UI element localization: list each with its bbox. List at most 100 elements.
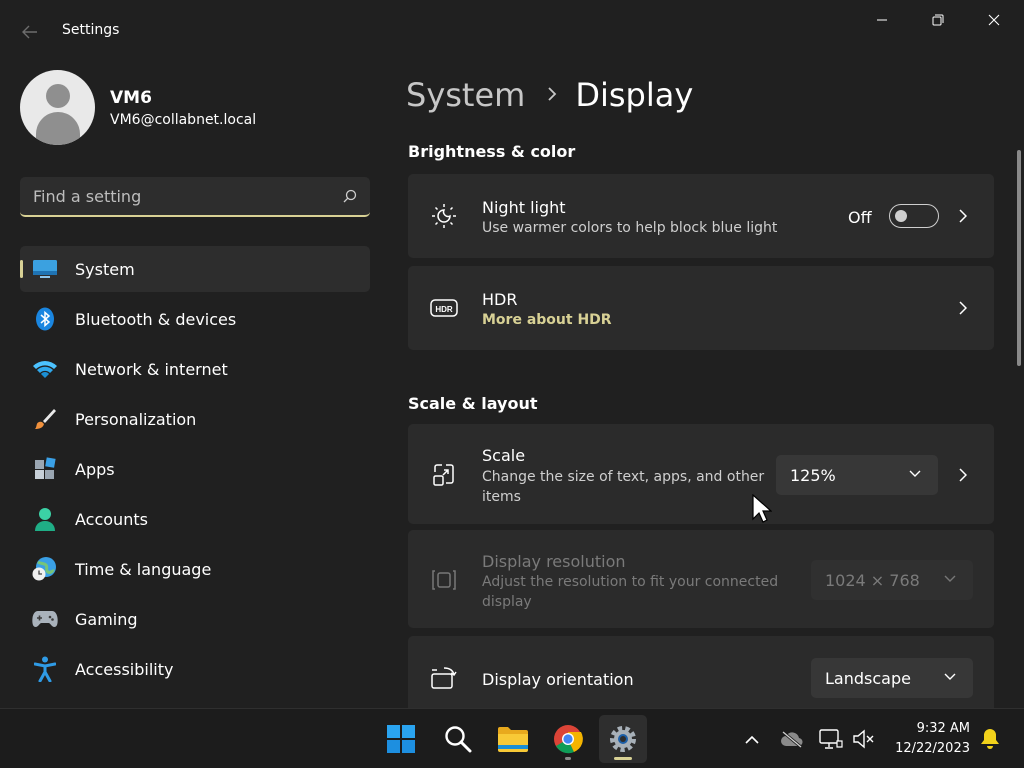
sidebar-item-time-language[interactable]: Time & language (20, 546, 370, 592)
sidebar-item-label: Gaming (75, 609, 138, 629)
sidebar-item-label: Apps (75, 459, 115, 479)
sidebar-item-accessibility[interactable]: Accessibility (20, 646, 370, 692)
hdr-card[interactable]: HDR HDR More about HDR (408, 266, 994, 350)
breadcrumb-parent[interactable]: System (406, 76, 525, 114)
hdr-more-link[interactable]: More about HDR (482, 312, 612, 328)
chrome-icon (554, 725, 583, 754)
scale-dropdown[interactable]: 125% (776, 455, 938, 495)
night-light-subtitle: Use warmer colors to help block blue lig… (482, 220, 778, 236)
orientation-card[interactable]: Display orientation Landscape (408, 636, 994, 708)
chrome-button[interactable] (544, 715, 592, 763)
gamepad-icon (32, 607, 58, 631)
bell-icon (981, 729, 999, 749)
system-icon (32, 257, 58, 281)
scale-title: Scale (482, 446, 526, 465)
chevron-up-icon (745, 735, 759, 744)
chevron-right-icon (547, 83, 557, 107)
search-icon[interactable] (330, 189, 370, 203)
chevron-right-icon (956, 465, 970, 485)
resolution-subtitle: Adjust the resolution to fit your connec… (482, 574, 779, 610)
onedrive-tray-button[interactable] (780, 727, 804, 751)
accessibility-icon (32, 656, 58, 682)
taskbar-clock[interactable]: 9:32 AM 12/22/2023 (880, 719, 970, 759)
user-profile[interactable]: VM6 VM6@collabnet.local (20, 70, 360, 146)
sidebar-item-label: Bluetooth & devices (75, 309, 237, 329)
resolution-card: Display resolution Adjust the resolution… (408, 530, 994, 628)
wifi-icon (32, 357, 58, 381)
orientation-icon (430, 664, 458, 692)
network-wired-icon (819, 729, 843, 749)
sidebar-item-label: Network & internet (75, 359, 228, 379)
accounts-icon (32, 507, 58, 531)
cloud-offline-icon (781, 730, 803, 748)
file-explorer-button[interactable] (489, 715, 537, 763)
scale-value: 125% (790, 465, 836, 485)
orientation-value: Landscape (825, 668, 911, 688)
scale-icon (430, 461, 458, 489)
clock-date: 12/22/2023 (895, 741, 970, 756)
search-input[interactable] (20, 186, 330, 206)
chevron-right-icon (956, 206, 970, 226)
sidebar-item-gaming[interactable]: Gaming (20, 596, 370, 642)
chevron-down-icon (908, 467, 922, 481)
sidebar-item-personalization[interactable]: Personalization (20, 396, 370, 442)
resolution-title: Display resolution (482, 552, 626, 571)
bluetooth-icon (32, 307, 58, 331)
avatar (20, 70, 95, 145)
minimize-icon (877, 19, 887, 21)
search-icon (445, 726, 472, 753)
sidebar-item-apps[interactable]: Apps (20, 446, 370, 492)
network-tray-button[interactable] (819, 727, 843, 751)
app-title: Settings (62, 22, 120, 38)
sidebar-item-label: Accessibility (75, 659, 174, 679)
settings-app-button[interactable] (599, 715, 647, 763)
night-light-toggle-label: Off (848, 208, 872, 227)
restore-icon (932, 14, 944, 26)
orientation-title: Display orientation (482, 670, 634, 689)
brush-icon (32, 407, 58, 431)
chevron-down-icon (943, 572, 957, 586)
orientation-dropdown[interactable]: Landscape (811, 658, 973, 698)
mouse-cursor-icon (752, 494, 772, 523)
title-bar: Settings (0, 0, 1024, 60)
volume-tray-button[interactable] (852, 727, 876, 751)
night-light-toggle[interactable] (889, 204, 939, 228)
show-hidden-icons-button[interactable] (740, 727, 764, 751)
clock-time: 9:32 AM (916, 721, 970, 736)
sidebar-item-label: Personalization (75, 409, 197, 429)
hdr-icon: HDR (430, 294, 458, 322)
section-title-brightness: Brightness & color (408, 142, 576, 161)
minimize-button[interactable] (854, 0, 910, 40)
profile-name: VM6 (110, 88, 152, 108)
content-scrollbar[interactable] (1017, 150, 1021, 366)
taskbar: 9:32 AM 12/22/2023 (0, 708, 1024, 768)
section-title-scale-layout: Scale & layout (408, 394, 538, 413)
sidebar-item-bluetooth[interactable]: Bluetooth & devices (20, 296, 370, 342)
maximize-button[interactable] (910, 0, 966, 40)
notifications-button[interactable] (978, 727, 1002, 751)
sidebar-item-label: System (75, 259, 135, 279)
resolution-icon (430, 566, 458, 594)
sidebar-item-accounts[interactable]: Accounts (20, 496, 370, 542)
start-button[interactable] (377, 715, 425, 763)
breadcrumb: System Display (406, 72, 693, 118)
globe-clock-icon (32, 557, 58, 581)
night-light-title: Night light (482, 198, 566, 217)
scale-card[interactable]: Scale Change the size of text, apps, and… (408, 424, 994, 524)
close-button[interactable] (966, 0, 1022, 40)
back-button[interactable] (14, 18, 46, 46)
sidebar-item-label: Accounts (75, 509, 148, 529)
folder-icon (498, 727, 528, 752)
scale-subtitle: Change the size of text, apps, and other… (482, 469, 765, 505)
sidebar-item-system[interactable]: System (20, 246, 370, 292)
windows-logo-icon (387, 725, 415, 753)
taskbar-search-button[interactable] (434, 715, 482, 763)
night-light-card[interactable]: Night light Use warmer colors to help bl… (408, 174, 994, 258)
night-light-icon (430, 202, 458, 230)
apps-icon (32, 457, 58, 481)
back-arrow-icon (22, 25, 37, 39)
chevron-down-icon (943, 670, 957, 684)
sidebar-item-network[interactable]: Network & internet (20, 346, 370, 392)
hdr-title: HDR (482, 290, 518, 309)
gear-icon (610, 726, 636, 752)
